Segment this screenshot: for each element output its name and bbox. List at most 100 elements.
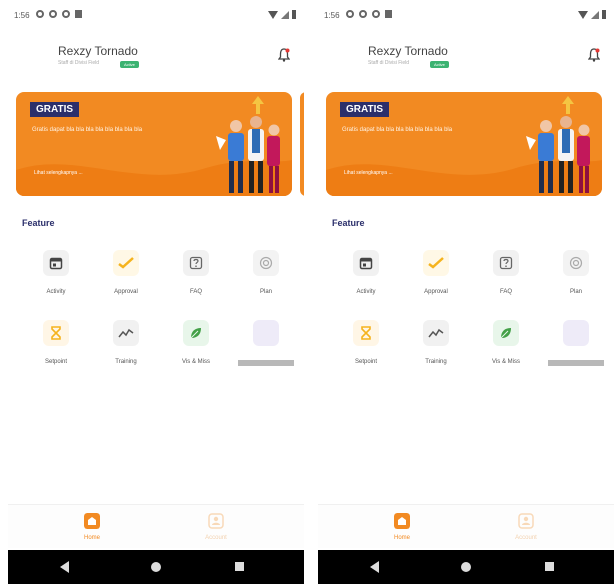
banner-text: Gratis dapat bla bla bla bla bla bla bla… — [342, 127, 453, 133]
feature-tile-more[interactable] — [546, 316, 606, 376]
status-time: 1:56 — [14, 11, 30, 20]
feature-tile-approval[interactable]: Approval — [406, 246, 466, 306]
feature-tile-faq[interactable]: FAQ — [166, 246, 226, 306]
banner-link[interactable]: Lihat selengkapnya ... — [344, 170, 393, 176]
system-navigation-bar — [8, 550, 304, 584]
feature-tile-faq[interactable]: FAQ — [476, 246, 536, 306]
banner-link[interactable]: Lihat selengkapnya ... — [34, 170, 83, 176]
status-badge: Active — [120, 61, 139, 68]
nav-home[interactable]: Home — [62, 511, 122, 545]
placeholder-label-bar — [548, 360, 604, 366]
bottom-navigation: Home Account — [318, 504, 614, 548]
bottom-navigation: Home Account — [8, 504, 304, 548]
calendar-icon — [49, 257, 63, 270]
home-icon — [394, 513, 410, 529]
placeholder-icon — [563, 320, 589, 346]
battery-icon — [602, 10, 606, 19]
home-icon — [84, 513, 100, 529]
feature-tile-training[interactable]: Training — [96, 316, 156, 376]
feature-label: Setpoint — [44, 359, 68, 365]
banner-tag: GRATIS — [30, 102, 80, 117]
user-name: Rexzy Tornado — [368, 44, 448, 58]
feature-tile-activity[interactable]: Activity — [26, 246, 86, 306]
notification-bell-icon[interactable] — [278, 48, 290, 62]
feature-grid: Activity Approval FAQ Plan Setpoint Trai… — [328, 246, 604, 376]
battery-icon — [292, 10, 296, 19]
feature-tile-more[interactable] — [236, 316, 296, 376]
approval-check-icon — [428, 257, 444, 269]
sd-card-icon — [75, 10, 82, 18]
feature-label: Vis & Miss — [182, 359, 210, 365]
home-button-icon[interactable] — [461, 562, 471, 572]
back-icon[interactable] — [60, 561, 69, 573]
placeholder-label-bar — [238, 360, 294, 366]
nav-home-label: Home — [83, 535, 100, 541]
notification-icon — [49, 10, 57, 18]
feature-tile-vis-miss[interactable]: Vis & Miss — [476, 316, 536, 376]
status-bar: 1:56 — [14, 8, 296, 24]
feature-grid: Activity Approval FAQ Plan Setpoint Trai… — [18, 246, 294, 376]
nav-account[interactable]: Account — [186, 511, 246, 545]
notification-icon — [36, 10, 44, 18]
leaf-icon — [500, 328, 511, 339]
placeholder-icon — [253, 320, 279, 346]
feature-section-title: Feature — [22, 218, 55, 228]
phone-screen-left: 1:56 Rexzy Tornado Staff di Divisi Field… — [8, 0, 304, 584]
calendar-icon — [359, 257, 373, 270]
recent-apps-icon[interactable] — [545, 562, 554, 571]
approval-check-icon — [118, 257, 134, 269]
people-illustration — [216, 96, 280, 193]
feature-tile-activity[interactable]: Activity — [336, 246, 396, 306]
banner-text: Gratis dapat bla bla bla bla bla bla bla… — [32, 127, 143, 133]
plan-target-icon — [569, 256, 583, 270]
feature-tile-vis-miss[interactable]: Vis & Miss — [166, 316, 226, 376]
recent-apps-icon[interactable] — [235, 562, 244, 571]
feature-label: Training — [115, 359, 137, 365]
user-subtitle: Staff di Divisi Field — [368, 60, 410, 66]
app-header: Rexzy Tornado Staff di Divisi Field Acti… — [318, 42, 614, 72]
feature-label: Vis & Miss — [492, 359, 520, 365]
chart-line-icon — [428, 328, 444, 338]
system-navigation-bar — [318, 550, 614, 584]
account-icon — [518, 513, 534, 529]
home-button-icon[interactable] — [151, 562, 161, 572]
notification-bell-icon[interactable] — [588, 48, 600, 62]
feature-tile-setpoint[interactable]: Setpoint — [336, 316, 396, 376]
chart-line-icon — [118, 328, 134, 338]
nav-account-label: Account — [515, 535, 537, 541]
signal-icon — [281, 10, 289, 19]
phone-screen-right: 1:56 Rexzy Tornado Staff di Divisi Field… — [318, 0, 614, 584]
feature-tile-plan[interactable]: Plan — [236, 246, 296, 306]
wifi-icon — [268, 10, 278, 19]
nav-home[interactable]: Home — [372, 511, 432, 545]
nav-account-label: Account — [205, 535, 227, 541]
leaf-icon — [190, 328, 201, 339]
wifi-icon — [578, 10, 588, 19]
feature-label: Approval — [114, 289, 138, 295]
promo-banner[interactable]: GRATIS Gratis dapat bla bla bla bla bla … — [16, 92, 292, 196]
signal-icon — [591, 10, 599, 19]
feature-tile-plan[interactable]: Plan — [546, 246, 606, 306]
app-header: Rexzy Tornado Staff di Divisi Field Acti… — [8, 42, 304, 72]
banner-tag: GRATIS — [340, 102, 390, 117]
back-icon[interactable] — [370, 561, 379, 573]
feature-label: Activity — [356, 289, 376, 295]
feature-label: Training — [425, 359, 447, 365]
feature-label: Activity — [46, 289, 66, 295]
notification-icon — [62, 10, 70, 18]
next-banner-peek[interactable] — [300, 92, 304, 196]
hourglass-icon — [51, 326, 61, 340]
feature-tile-training[interactable]: Training — [406, 316, 466, 376]
user-name: Rexzy Tornado — [58, 44, 138, 58]
plan-target-icon — [259, 256, 273, 270]
promo-banner[interactable]: GRATIS Gratis dapat bla bla bla bla bla … — [326, 92, 602, 196]
nav-home-label: Home — [393, 535, 410, 541]
feature-label: Approval — [424, 289, 448, 295]
feature-tile-approval[interactable]: Approval — [96, 246, 156, 306]
feature-label: Setpoint — [354, 359, 378, 365]
feature-tile-setpoint[interactable]: Setpoint — [26, 316, 86, 376]
feature-label: FAQ — [499, 289, 512, 295]
feature-label: Plan — [259, 289, 272, 295]
hourglass-icon — [361, 326, 371, 340]
nav-account[interactable]: Account — [496, 511, 556, 545]
